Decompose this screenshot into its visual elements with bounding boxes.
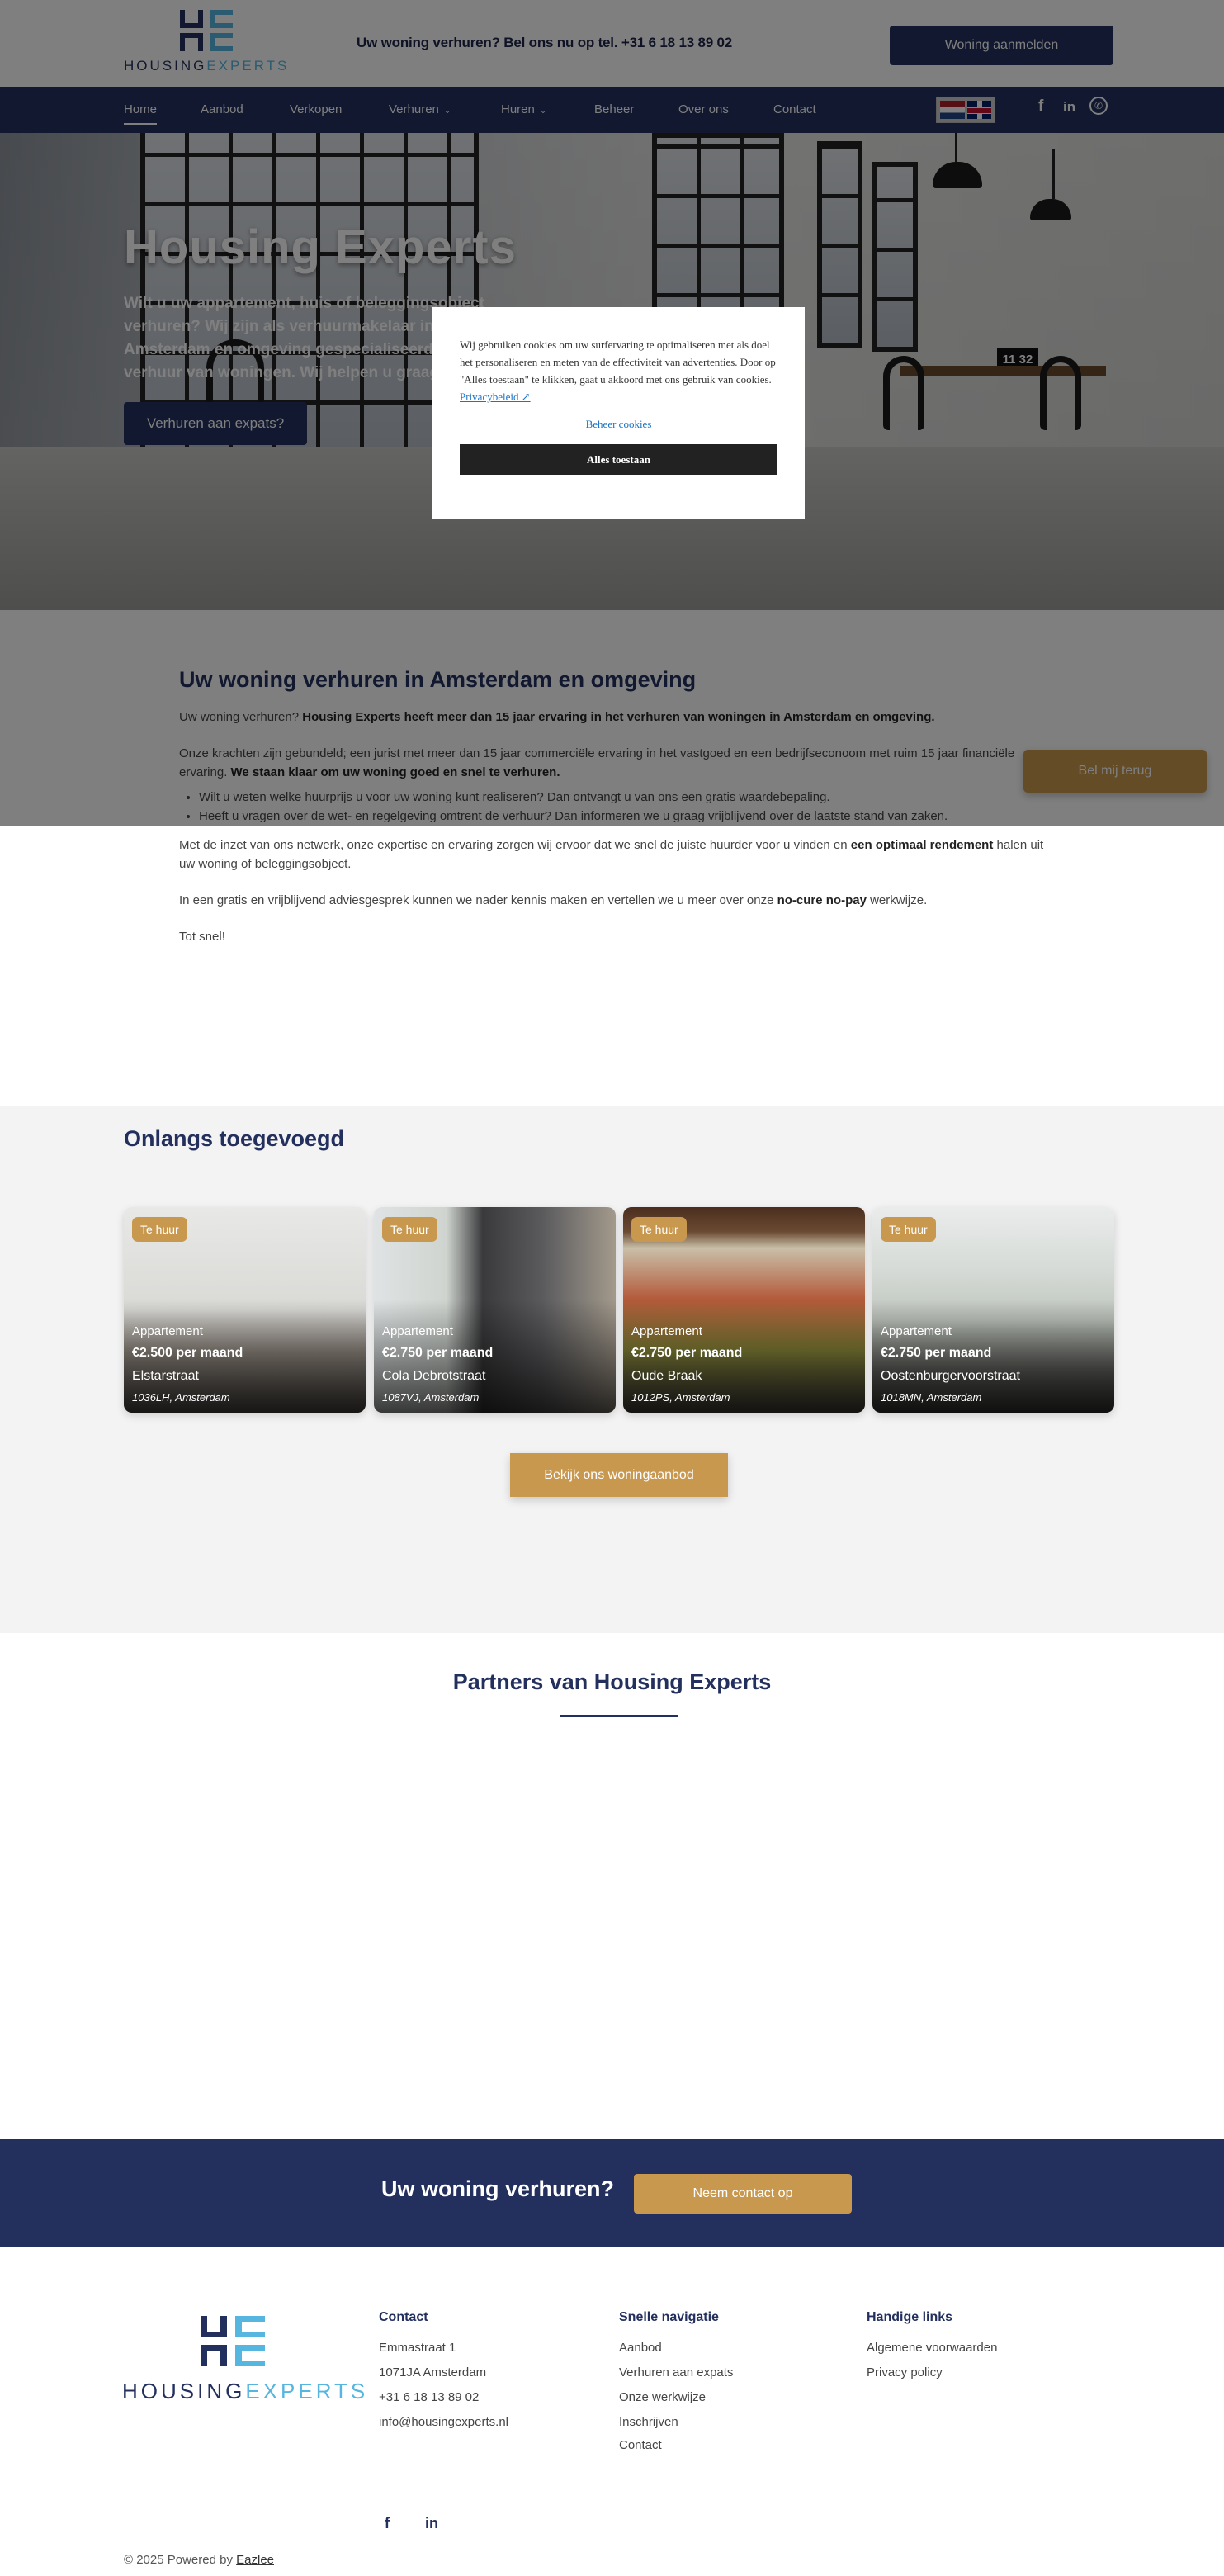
footer-link[interactable]: Verhuren aan expats <box>619 2365 733 2379</box>
address-line: 1071JA Amsterdam <box>379 2365 487 2379</box>
footer-quicknav: Snelle navigatie Aanbod Verhuren aan exp… <box>619 2310 733 2463</box>
logo-text: HOUSINGEXPERTS <box>122 2379 365 2404</box>
footer-link[interactable]: Contact <box>619 2438 733 2452</box>
listing-street: Elstarstraat <box>132 1369 199 1383</box>
listing-card[interactable]: Te huur Appartement €2.750 per maand Oos… <box>872 1207 1114 1413</box>
logo-mark-icon <box>201 2316 267 2367</box>
listing-price: €2.750 per maand <box>382 1346 494 1360</box>
footer-heading: Snelle navigatie <box>619 2310 719 2324</box>
listing-card[interactable]: Te huur Appartement €2.500 per maand Els… <box>124 1207 366 1413</box>
listing-badge: Te huur <box>881 1217 936 1242</box>
listing-badge: Te huur <box>132 1217 187 1242</box>
copyright-text: © 2025 Powered by <box>124 2553 237 2567</box>
logo-text-experts: EXPERTS <box>245 2379 369 2403</box>
intro-paragraph: In een gratis en vrijblijvend adviesgesp… <box>179 891 1054 910</box>
footer-handy-links: Handige links Algemene voorwaarden Priva… <box>867 2310 997 2390</box>
privacy-policy-link[interactable]: Privacybeleid ↗ <box>460 391 531 403</box>
listing-zip: 1012PS, Amsterdam <box>631 1391 730 1404</box>
cta-text: Uw woning verhuren? <box>381 2176 615 2201</box>
accept-all-button[interactable]: Alles toestaan <box>460 444 777 475</box>
text: In een gratis en vrijblijvend adviesgesp… <box>179 893 777 907</box>
intro-paragraph: Met de inzet van ons netwerk, onze exper… <box>179 836 1054 874</box>
recent-title: Onlangs toegevoegd <box>124 1126 345 1151</box>
text: Met de inzet van ons netwerk, onze exper… <box>179 838 851 852</box>
listing-card[interactable]: Te huur Appartement €2.750 per maand Col… <box>374 1207 616 1413</box>
listing-street: Oostenburgervoorstraat <box>881 1369 1020 1383</box>
facebook-icon[interactable]: f <box>385 2515 390 2532</box>
listing-zip: 1036LH, Amsterdam <box>132 1391 230 1404</box>
listing-card[interactable]: Te huur Appartement €2.750 per maand Oud… <box>623 1207 865 1413</box>
listing-badge: Te huur <box>382 1217 437 1242</box>
footer-link[interactable]: Aanbod <box>619 2341 733 2355</box>
cookie-dialog: Wij gebruiken cookies om uw surfervaring… <box>432 307 805 519</box>
listing-type: Appartement <box>382 1324 453 1338</box>
contact-button[interactable]: Neem contact op <box>634 2174 852 2214</box>
listing-badge: Te huur <box>631 1217 687 1242</box>
logo-text-housing: HOUSING <box>122 2379 246 2403</box>
listing-price: €2.750 per maand <box>631 1346 743 1360</box>
listing-zip: 1087VJ, Amsterdam <box>382 1391 480 1404</box>
intro-paragraph: Tot snel! <box>179 930 225 944</box>
footer-heading: Handige links <box>867 2310 953 2324</box>
listing-price: €2.500 per maand <box>132 1346 243 1360</box>
footer-heading: Contact <box>379 2310 428 2324</box>
email-link[interactable]: info@housingexperts.nl <box>379 2415 508 2429</box>
text-bold: no-cure no-pay <box>777 893 867 907</box>
footer-link[interactable]: Inschrijven <box>619 2415 733 2429</box>
phone-link[interactable]: +31 6 18 13 89 02 <box>379 2390 508 2404</box>
view-listings-button[interactable]: Bekijk ons woningaanbod <box>510 1453 728 1497</box>
powered-by-link[interactable]: Eazlee <box>236 2553 274 2567</box>
cookie-message: Wij gebruiken cookies om uw surfervaring… <box>460 339 776 386</box>
listing-zip: 1018MN, Amsterdam <box>881 1391 982 1404</box>
text: werkwijze. <box>866 893 928 907</box>
footer-link[interactable]: Privacy policy <box>867 2365 997 2379</box>
listing-type: Appartement <box>631 1324 702 1338</box>
address-line: Emmastraat 1 <box>379 2341 456 2355</box>
footer-link[interactable]: Algemene voorwaarden <box>867 2341 997 2355</box>
divider <box>560 1715 678 1717</box>
listing-type: Appartement <box>132 1324 203 1338</box>
listing-price: €2.750 per maand <box>881 1346 992 1360</box>
manage-cookies-link[interactable]: Beheer cookies <box>460 418 777 431</box>
copyright: © 2025 Powered by Eazlee <box>124 2553 274 2567</box>
partners-title: Partners van Housing Experts <box>452 1669 772 1694</box>
listing-type: Appartement <box>881 1324 952 1338</box>
footer-contact: Contact Emmastraat 1 1071JA Amsterdam +3… <box>379 2310 508 2440</box>
listing-street: Oude Braak <box>631 1369 702 1383</box>
footer-link[interactable]: Onze werkwijze <box>619 2390 733 2404</box>
footer-logo[interactable]: HOUSINGEXPERTS <box>122 2316 365 2404</box>
listing-street: Cola Debrotstraat <box>382 1369 486 1383</box>
text-bold: een optimaal rendement <box>850 838 994 852</box>
linkedin-icon[interactable]: in <box>425 2515 438 2532</box>
cookie-text: Wij gebruiken cookies om uw surfervaring… <box>460 336 777 405</box>
